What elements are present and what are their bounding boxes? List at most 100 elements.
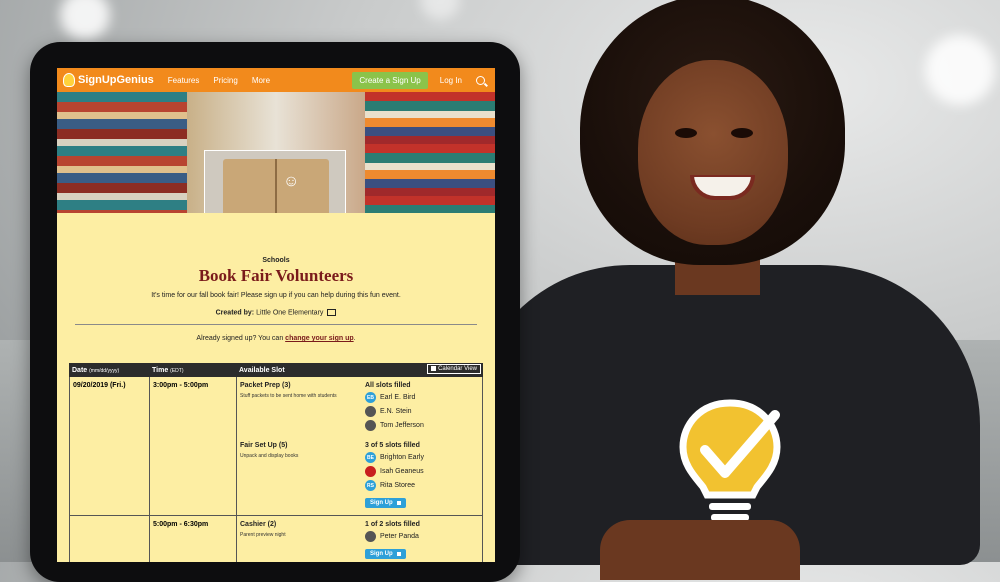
avatar — [365, 406, 376, 417]
signupgenius-logo[interactable]: SignUpGenius — [63, 73, 154, 87]
volunteer-name: Isah Geaneus — [380, 468, 424, 475]
signup-button[interactable]: Sign Up — [365, 498, 406, 508]
volunteer: EB Earl E. Bird — [365, 392, 479, 403]
date-cell — [70, 516, 150, 562]
slot-info: Fair Set Up (5) Unpack and display books — [240, 442, 365, 509]
created-by-label: Created by: — [215, 309, 255, 317]
header-date-label: Date — [72, 366, 88, 374]
avatar — [365, 531, 376, 542]
header-banner: ☺ — [57, 92, 495, 213]
header-time-zone: (EDT) — [170, 367, 184, 374]
event-image: ☺ — [204, 150, 346, 213]
open-book-image — [223, 159, 329, 213]
volunteer: Tom Jefferson — [365, 420, 479, 431]
signup-button[interactable]: Sign Up — [365, 549, 406, 559]
checkbox-icon — [396, 501, 401, 505]
header-time-label: Time — [152, 366, 169, 374]
volunteer: Isah Geaneus — [365, 466, 479, 477]
fill-status: 1 of 2 slots filled — [365, 521, 420, 528]
change-signup-link[interactable]: change your sign up — [285, 335, 353, 342]
slots-cell: Packet Prep (3) Stuff packets to be sent… — [237, 377, 482, 515]
volunteer-name: E.N. Stein — [380, 408, 412, 415]
slot-item: Fair Set Up (5) Unpack and display books… — [237, 437, 482, 515]
nav-pricing[interactable]: Pricing — [213, 76, 237, 85]
created-by-name: Little One Elementary — [256, 309, 324, 317]
event-header: Schools Book Fair Volunteers It's time f… — [57, 257, 495, 342]
nav-features[interactable]: Features — [168, 76, 200, 85]
lightbulb-check-icon — [679, 399, 781, 532]
lightbulb-icon — [63, 73, 75, 87]
slot-description: Unpack and display books — [240, 453, 299, 459]
header-time: Time (EDT) — [152, 367, 239, 374]
nav-more[interactable]: More — [252, 76, 270, 85]
slot-description: Parent preview night — [240, 532, 286, 538]
slot-item: Cashier (2) Parent preview night 1 of 2 … — [237, 516, 482, 562]
signup-table: Date (mm/dd/yyyy) Time (EDT) Available S… — [69, 363, 483, 562]
books-stack-right — [365, 92, 495, 213]
already-signed-up: Already signed up? You can change your s… — [57, 335, 495, 342]
volunteer: Peter Panda — [365, 531, 479, 542]
fill-status: 3 of 5 slots filled — [365, 442, 420, 449]
header-slot: Available Slot — [239, 366, 285, 374]
volunteer: E.N. Stein — [365, 406, 479, 417]
volunteer: RS Rita Storee — [365, 480, 479, 491]
avatar — [365, 466, 376, 477]
volunteer-name: Peter Panda — [380, 533, 419, 540]
created-by: Created by: Little One Elementary — [57, 309, 495, 316]
slot-info: Packet Prep (3) Stuff packets to be sent… — [240, 382, 365, 431]
time-cell: 3:00pm - 5:00pm — [150, 377, 237, 515]
presenter-eye — [731, 128, 753, 138]
fill-status: All slots filled — [365, 382, 411, 389]
login-link[interactable]: Log In — [440, 76, 462, 85]
logo-text: SignUpGenius — [78, 74, 154, 86]
calendar-view-label: Calendar View — [438, 366, 477, 373]
signup-button-label: Sign Up — [370, 500, 393, 506]
volunteer: BE Brighton Early — [365, 452, 479, 463]
table-header: Date (mm/dd/yyyy) Time (EDT) Available S… — [69, 363, 483, 377]
table-row: 09/20/2019 (Fri.) 3:00pm - 5:00pm Packet… — [69, 377, 483, 515]
header-date: Date (mm/dd/yyyy) — [69, 367, 152, 374]
already-end: . — [353, 335, 356, 343]
smiley-icon: ☺ — [283, 173, 300, 190]
slot-fill: All slots filled EB Earl E. Bird E.N. Ste… — [365, 382, 479, 431]
books-stack-left — [57, 92, 187, 213]
time-cell: 5:00pm - 6:30pm — [150, 516, 237, 562]
checkbox-icon — [396, 552, 401, 556]
slot-title: Fair Set Up (5) — [240, 442, 288, 449]
presenter-face — [638, 60, 788, 245]
background-light — [60, 0, 110, 40]
search-icon[interactable] — [476, 75, 485, 85]
date-cell: 09/20/2019 (Fri.) — [70, 377, 150, 515]
slot-fill: 1 of 2 slots filled Peter Panda Sign Up — [365, 521, 479, 560]
event-category: Schools — [262, 257, 290, 264]
slot-info: Cashier (2) Parent preview night — [240, 521, 365, 560]
mail-icon[interactable] — [327, 309, 337, 316]
presenter-eye — [675, 128, 697, 138]
volunteer-name: Rita Storee — [380, 482, 416, 489]
divider — [75, 324, 477, 326]
top-nav: SignUpGenius Features Pricing More Creat… — [57, 68, 495, 92]
slots-cell: Cashier (2) Parent preview night 1 of 2 … — [237, 516, 482, 562]
background-light — [420, 0, 460, 20]
avatar: BE — [365, 452, 376, 463]
slot-description: Stuff packets to be sent home with stude… — [240, 393, 337, 399]
volunteer-name: Tom Jefferson — [380, 422, 424, 429]
avatar: EB — [365, 392, 376, 403]
avatar — [365, 420, 376, 431]
tablet-screen: SignUpGenius Features Pricing More Creat… — [57, 68, 495, 562]
create-signup-button[interactable]: Create a Sign Up — [352, 71, 428, 89]
event-title: Book Fair Volunteers — [198, 266, 354, 285]
signup-button-label: Sign Up — [370, 551, 393, 557]
header-date-format: (mm/dd/yyyy) — [89, 367, 120, 374]
calendar-icon — [431, 366, 437, 371]
already-text: Already signed up? You can — [196, 335, 284, 343]
event-description: It's time for our fall book fair! Please… — [151, 292, 401, 299]
volunteer-name: Brighton Early — [380, 454, 424, 461]
avatar: RS — [365, 480, 376, 491]
calendar-view-button[interactable]: Calendar View — [427, 364, 481, 375]
slot-title: Cashier (2) — [240, 521, 277, 528]
slot-title: Packet Prep (3) — [240, 382, 291, 389]
volunteer-name: Earl E. Bird — [380, 394, 416, 401]
background-light — [925, 35, 995, 105]
table-row: 5:00pm - 6:30pm Cashier (2) Parent previ… — [69, 515, 483, 562]
